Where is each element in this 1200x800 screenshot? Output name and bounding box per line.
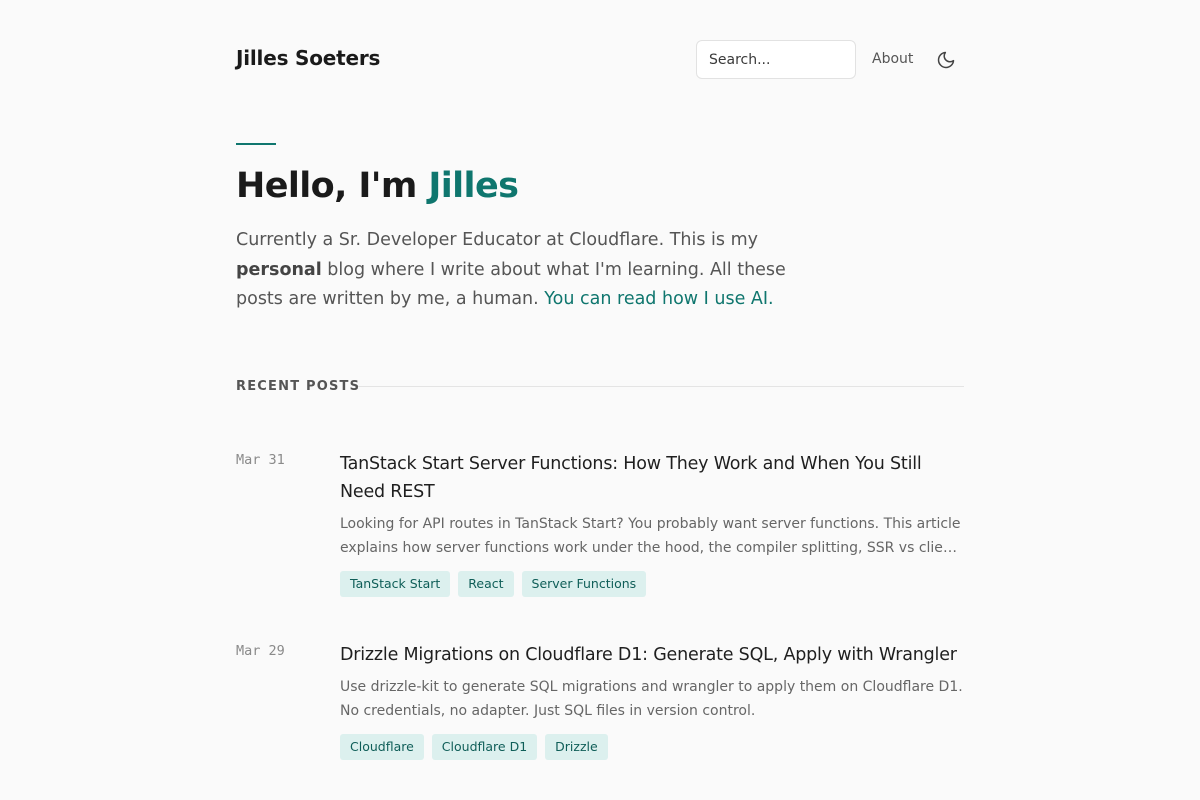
hero-name: Jilles: [428, 166, 519, 206]
hero-title: Hello, I'm Jilles: [236, 166, 519, 206]
post-title-link[interactable]: TanStack Start Server Functions: How The…: [340, 450, 964, 506]
section-divider: [358, 386, 964, 387]
nav-about-link[interactable]: About: [872, 51, 913, 67]
post-body: TanStack Start Server Functions: How The…: [340, 450, 964, 597]
post-date: Mar 29: [236, 643, 285, 659]
theme-toggle-button[interactable]: [934, 48, 958, 72]
recent-posts-heading: RECENT POSTS: [236, 379, 361, 394]
ai-usage-link[interactable]: You can read how I use AI.: [544, 289, 773, 309]
post-excerpt: Use drizzle-kit to generate SQL migratio…: [340, 679, 963, 719]
hero-greeting: Hello, I'm: [236, 166, 429, 206]
intro-text-start: Currently a Sr. Developer Educator at Cl…: [236, 230, 758, 250]
accent-rule: [236, 143, 276, 145]
hero-intro: Currently a Sr. Developer Educator at Cl…: [236, 226, 836, 315]
site-title-link[interactable]: Jilles Soeters: [236, 46, 380, 70]
search-input[interactable]: [696, 40, 856, 79]
tag-cloudflare[interactable]: Cloudflare: [340, 734, 424, 760]
post-excerpt: Looking for API routes in TanStack Start…: [340, 516, 961, 556]
tag-tanstack-start[interactable]: TanStack Start: [340, 571, 451, 597]
tag-drizzle[interactable]: Drizzle: [545, 734, 608, 760]
tag-react[interactable]: React: [458, 571, 514, 597]
page: Jilles Soeters About Hello, I'm Jilles C…: [0, 0, 1200, 800]
tag-server-functions[interactable]: Server Functions: [521, 571, 647, 597]
intro-bold-word: personal: [236, 259, 322, 280]
post-title-link[interactable]: Drizzle Migrations on Cloudflare D1: Gen…: [340, 641, 964, 669]
tag-cloudflare-d1[interactable]: Cloudflare D1: [431, 734, 538, 760]
moon-icon: [937, 51, 955, 69]
post-tags: TanStack Start React Server Functions: [340, 571, 964, 597]
post-tags: Cloudflare Cloudflare D1 Drizzle: [340, 734, 964, 760]
post-body: Drizzle Migrations on Cloudflare D1: Gen…: [340, 641, 964, 760]
post-date: Mar 31: [236, 452, 285, 468]
